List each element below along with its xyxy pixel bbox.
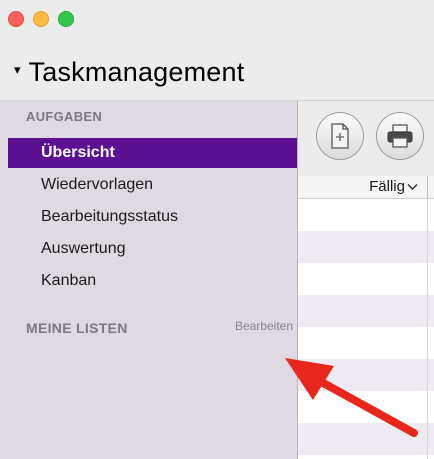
sidebar-item-processing-status[interactable]: Bearbeitungsstatus [8,202,297,232]
table-row[interactable] [298,359,434,391]
sidebar: AUFGABEN Übersicht Wiedervorlagen Bearbe… [0,101,298,459]
app-window: ▾ Taskmanagement AUFGABEN Übersicht Wied… [0,0,434,459]
sidebar-item-kanban[interactable]: Kanban [8,266,297,296]
table-row[interactable] [298,423,434,455]
column-header-due[interactable]: Fällig [369,178,418,195]
sidebar-item-overview[interactable]: Übersicht [8,138,297,168]
table-body [298,199,434,459]
printer-icon [387,124,413,148]
print-button[interactable] [376,112,424,160]
zoom-window-button[interactable] [58,11,74,27]
table-row[interactable] [298,231,434,263]
column-divider[interactable] [427,176,428,198]
window-title-text: Taskmanagement [28,56,245,87]
document-icon [331,123,349,149]
table-header: Fällig [298,176,434,199]
table-row[interactable] [298,327,434,359]
edit-lists-button[interactable]: Bearbeiten [235,319,293,333]
sidebar-item-resubmissions[interactable]: Wiedervorlagen [8,170,297,200]
table-row[interactable] [298,199,434,231]
column-header-due-label: Fällig [369,178,405,195]
section-heading-tasks: AUFGABEN [26,109,103,124]
title-caret-icon: ▾ [14,62,21,77]
table-row[interactable] [298,263,434,295]
column-divider-line [427,199,428,459]
chevron-down-icon [407,183,418,190]
section-heading-my-lists: MEINE LISTEN [26,320,128,336]
sidebar-item-evaluation[interactable]: Auswertung [8,234,297,264]
window-title[interactable]: ▾ Taskmanagement [14,55,244,89]
new-document-button[interactable] [316,112,364,160]
minimize-window-button[interactable] [33,11,49,27]
toolbar [298,101,434,177]
table-row[interactable] [298,391,434,423]
table-row[interactable] [298,295,434,327]
title-bar: ▾ Taskmanagement [0,0,434,101]
close-window-button[interactable] [8,11,24,27]
